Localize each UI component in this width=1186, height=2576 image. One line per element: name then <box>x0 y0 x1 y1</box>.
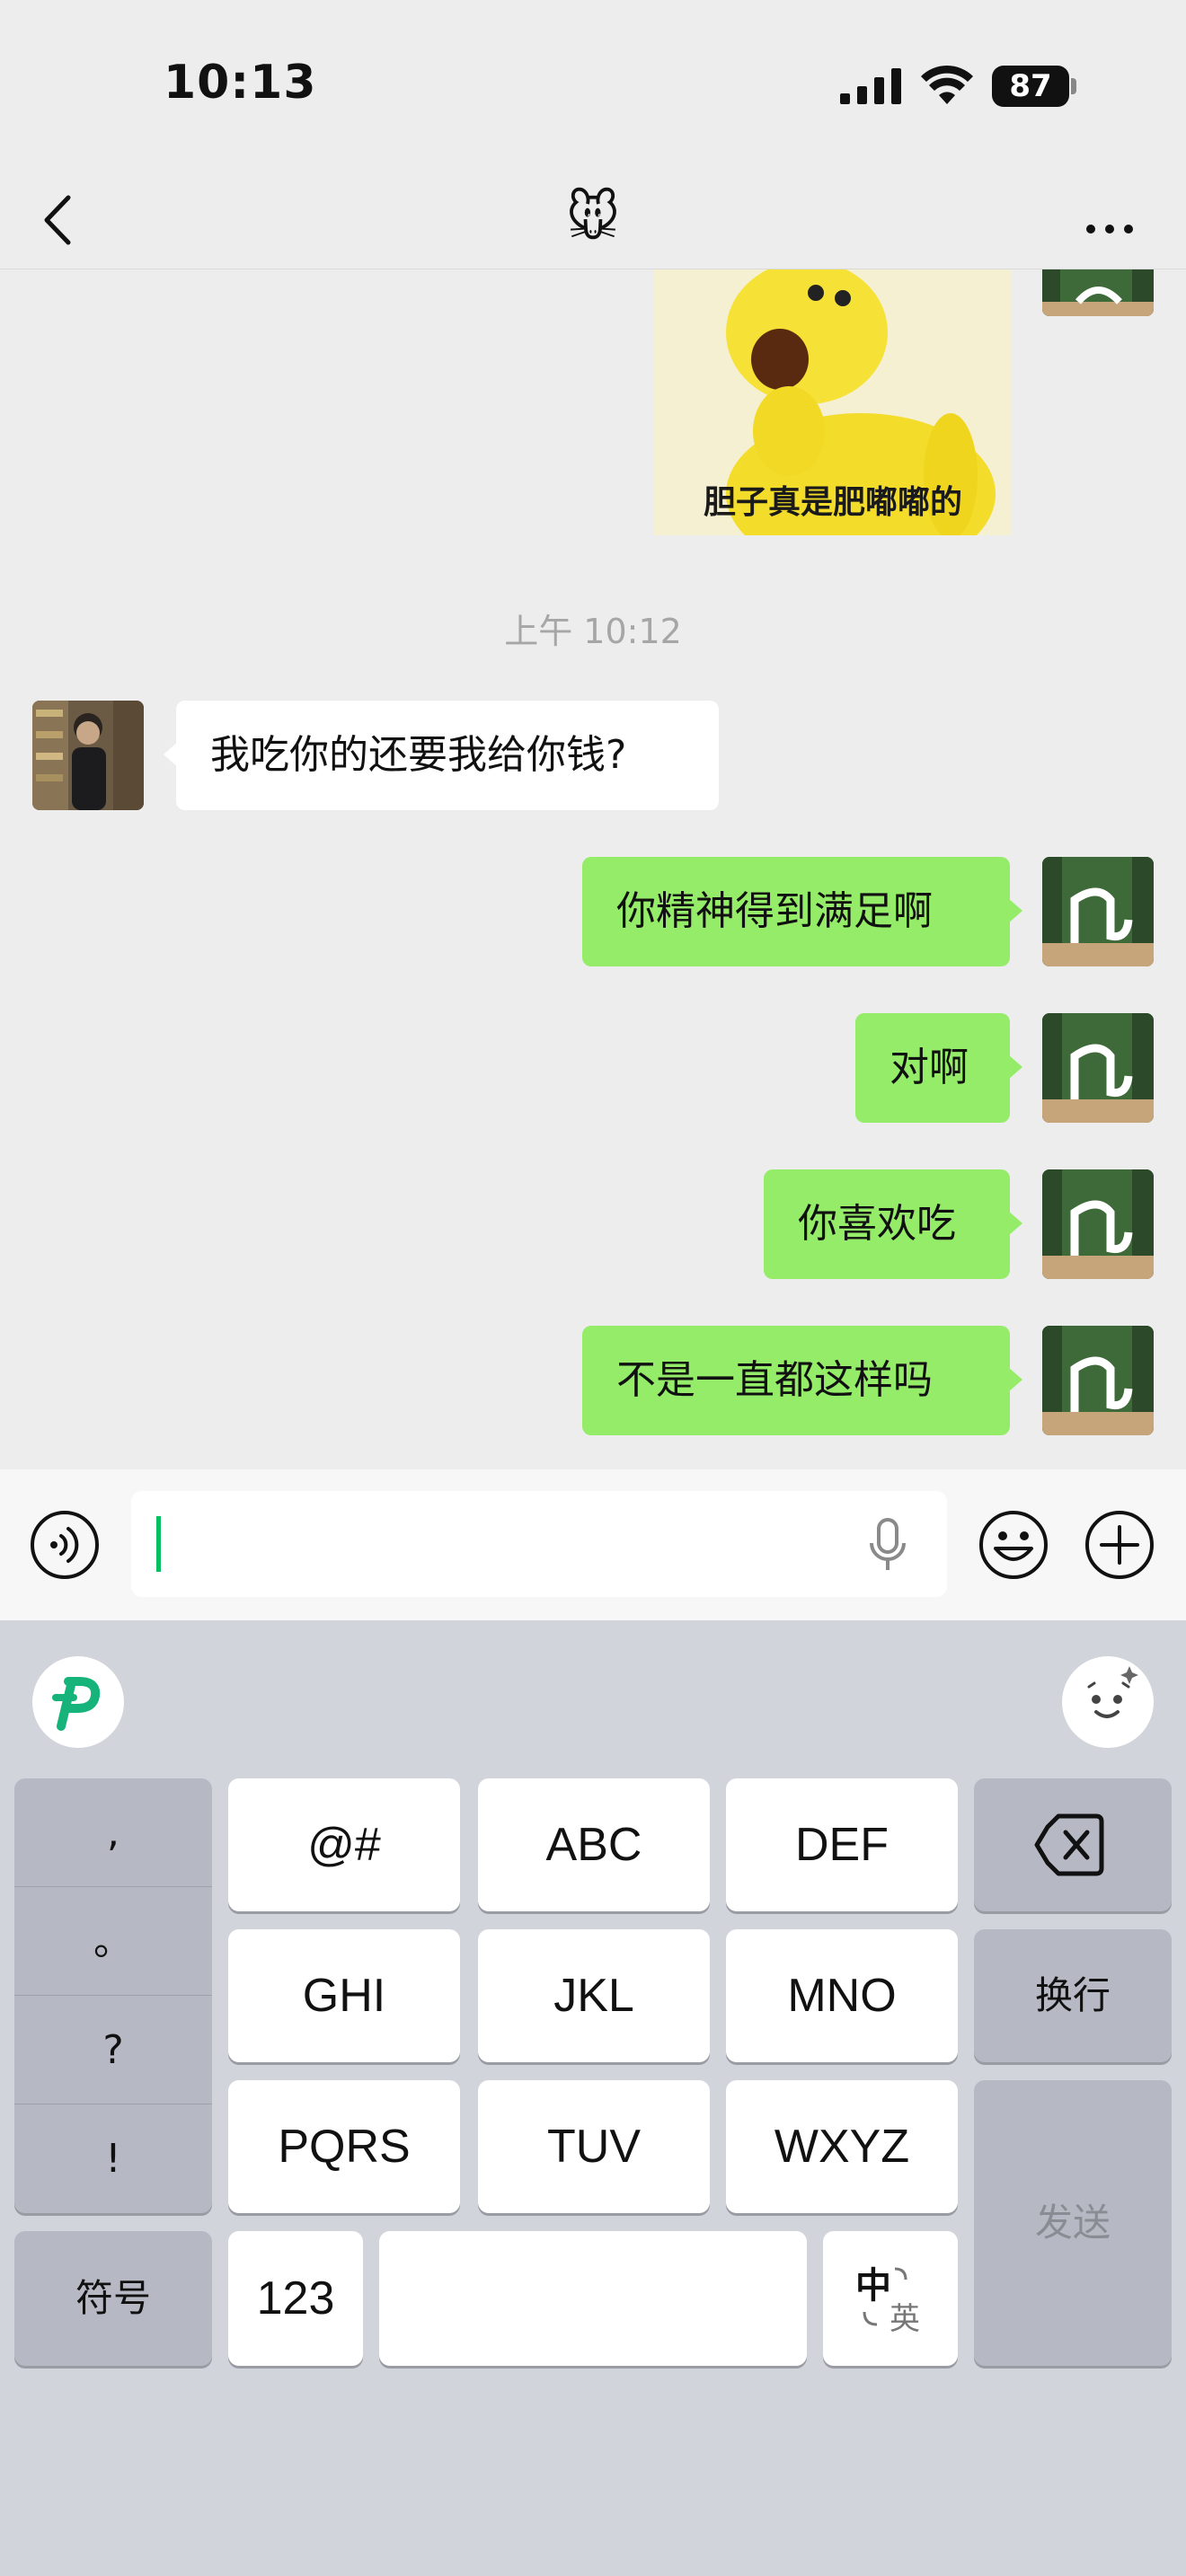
sticker-message[interactable]: 胆子真是肥嘟嘟的 <box>654 269 1012 535</box>
my-avatar[interactable] <box>1042 857 1154 966</box>
message-bubble-outgoing[interactable]: 你喜欢吃 <box>764 1169 1022 1279</box>
status-time: 10:13 <box>164 56 317 110</box>
wifi-icon <box>921 65 973 104</box>
text-cursor <box>156 1516 161 1572</box>
forest-avatar-image <box>1042 1326 1154 1435</box>
my-avatar[interactable] <box>1042 1013 1154 1123</box>
key-exclamation[interactable]: ! <box>14 2104 212 2213</box>
key-ghi[interactable]: GHI <box>228 1929 460 2062</box>
my-avatar[interactable] <box>1042 269 1154 316</box>
ime-logo-icon <box>52 1677 101 1731</box>
key-backspace[interactable] <box>974 1778 1172 1911</box>
battery-level: 87 <box>992 66 1069 107</box>
chat-title-mouse-icon[interactable]: 🐭 <box>557 181 629 253</box>
chat-header: 🐭 <box>0 171 1186 269</box>
key-send[interactable]: 发送 <box>974 2080 1172 2366</box>
message-bubble-outgoing[interactable]: 不是一直都这样吗 <box>582 1326 1022 1435</box>
key-symbols[interactable]: 符号 <box>14 2231 212 2366</box>
key-abc[interactable]: ABC <box>478 1778 710 1911</box>
switch-arrows-icon <box>863 2267 907 2326</box>
key-jkl[interactable]: JKL <box>478 1929 710 2062</box>
chevron-left-icon[interactable] <box>34 189 84 251</box>
message-timestamp: 上午 10:12 <box>504 612 682 651</box>
key-period[interactable]: 。 <box>14 1887 212 1996</box>
smiling-face-icon <box>1087 1666 1138 1718</box>
message-text-input[interactable] <box>131 1491 947 1597</box>
key-wxyz[interactable]: WXYZ <box>726 2080 958 2213</box>
key-question[interactable]: ? <box>14 1996 212 2104</box>
forest-avatar-image <box>1042 269 1154 316</box>
microphone-icon[interactable] <box>868 1518 907 1574</box>
message-list[interactable]: 胆子真是肥嘟嘟的 上午 10:12 我吃你的还要我给你钱? 你精神得到满足啊 对… <box>0 269 1186 1469</box>
key-mno[interactable]: MNO <box>726 1929 958 2062</box>
forest-avatar-image <box>1042 857 1154 966</box>
cellular-signal-icon <box>840 68 901 104</box>
message-bubble-incoming[interactable]: 我吃你的还要我给你钱? <box>164 701 719 810</box>
my-avatar[interactable] <box>1042 1169 1154 1279</box>
punctuation-column: , 。 ? ! <box>14 1778 212 2213</box>
key-def[interactable]: DEF <box>726 1778 958 1911</box>
key-pqrs[interactable]: PQRS <box>228 2080 460 2213</box>
plus-icon[interactable] <box>1084 1509 1155 1581</box>
key-numbers[interactable]: 123 <box>228 2231 363 2366</box>
message-bubble-outgoing[interactable]: 对啊 <box>855 1013 1022 1123</box>
key-language-switch[interactable]: 中 英 <box>823 2231 958 2366</box>
forest-avatar-image <box>1042 1013 1154 1123</box>
key-symbols-at[interactable]: @# <box>228 1778 460 1911</box>
key-newline[interactable]: 换行 <box>974 1929 1172 2062</box>
contact-photo-image <box>32 701 144 810</box>
battery-tip <box>1071 78 1076 94</box>
emoji-icon[interactable] <box>978 1509 1049 1581</box>
ime-face-button[interactable] <box>1062 1656 1154 1748</box>
sticker-caption: 胆子真是肥嘟嘟的 <box>703 484 962 521</box>
forest-avatar-image <box>1042 1169 1154 1279</box>
key-comma[interactable]: , <box>14 1778 212 1887</box>
contact-avatar[interactable] <box>32 701 144 810</box>
ime-logo-button[interactable] <box>32 1656 124 1748</box>
my-avatar[interactable] <box>1042 1326 1154 1435</box>
ellipsis-icon[interactable] <box>1078 189 1141 251</box>
battery-indicator: 87 <box>992 66 1076 107</box>
voice-input-icon[interactable] <box>29 1509 101 1581</box>
key-space[interactable] <box>379 2231 807 2366</box>
backspace-icon <box>1034 1813 1104 1876</box>
message-bubble-outgoing[interactable]: 你精神得到满足啊 <box>582 857 1022 966</box>
key-tuv[interactable]: TUV <box>478 2080 710 2213</box>
message-input-bar <box>0 1469 1186 1620</box>
status-bar: 10:13 87 <box>0 0 1186 171</box>
ime-keyboard: , 。 ? ! 符号 @# ABC DEF GHI JKL MNO PQRS T… <box>0 1620 1186 2576</box>
